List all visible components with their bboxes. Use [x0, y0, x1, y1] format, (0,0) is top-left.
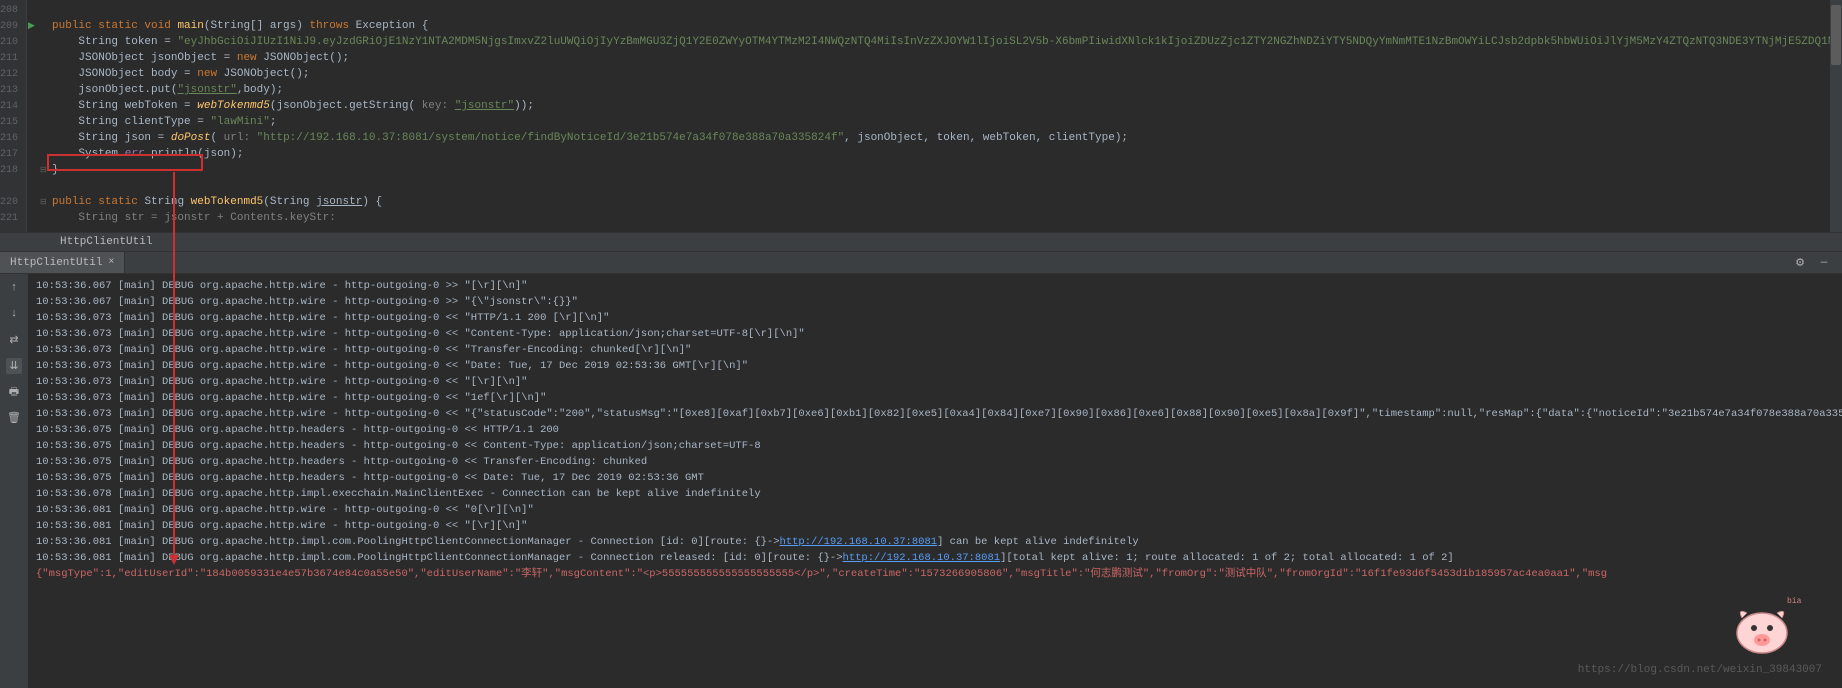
log-line: 10:53:36.075 [main] DEBUG org.apache.htt…: [36, 470, 1834, 486]
line-number: ⊟218: [0, 162, 26, 178]
line-number: 217: [0, 146, 26, 162]
line-number: 214: [0, 98, 26, 114]
code-line: String token = "eyJhbGciOiJIUzI1NiJ9.eyJ…: [52, 34, 1842, 50]
console-tab-bar: HttpClientUtil × ⚙ —: [0, 252, 1842, 274]
gear-icon[interactable]: ⚙: [1792, 255, 1808, 271]
line-gutter: 208 ▶209 210 211 212 213 214 215 216 217…: [0, 0, 27, 232]
code-line: public static void main(String[] args) t…: [52, 18, 1842, 34]
code-editor[interactable]: 208 ▶209 210 211 212 213 214 215 216 217…: [0, 0, 1842, 232]
console-toolbar: ↑ ↓ ⇄ ⇊ 🖶 🗑: [0, 274, 28, 688]
log-line: 10:53:36.073 [main] DEBUG org.apache.htt…: [36, 342, 1834, 358]
log-line: 10:53:36.073 [main] DEBUG org.apache.htt…: [36, 374, 1834, 390]
breadcrumb-item[interactable]: HttpClientUtil: [60, 236, 152, 248]
print-icon[interactable]: 🖶: [6, 384, 22, 400]
tab-httpclientutil[interactable]: HttpClientUtil ×: [0, 252, 125, 273]
code-line: [52, 2, 1842, 18]
line-number: [0, 178, 26, 194]
breadcrumb: HttpClientUtil: [0, 232, 1842, 252]
line-number: ▶209: [0, 18, 26, 34]
line-number: 211: [0, 50, 26, 66]
log-line: 10:53:36.067 [main] DEBUG org.apache.htt…: [36, 278, 1834, 294]
log-line: 10:53:36.081 [main] DEBUG org.apache.htt…: [36, 518, 1834, 534]
code-line: [52, 178, 1842, 194]
log-url[interactable]: http://192.168.10.37:8081: [780, 536, 938, 548]
log-line: 10:53:36.073 [main] DEBUG org.apache.htt…: [36, 310, 1834, 326]
line-number: 216: [0, 130, 26, 146]
log-line: {"msgType":1,"editUserId":"184b0059331e4…: [36, 566, 1834, 582]
line-number: 221: [0, 210, 26, 226]
log-line: 10:53:36.073 [main] DEBUG org.apache.htt…: [36, 390, 1834, 406]
vertical-scrollbar[interactable]: [1830, 0, 1842, 232]
line-number: 215: [0, 114, 26, 130]
console-panel: ↑ ↓ ⇄ ⇊ 🖶 🗑 10:53:36.067 [main] DEBUG or…: [0, 274, 1842, 688]
code-line: JSONObject body = new JSONObject();: [52, 66, 1842, 82]
line-number: 210: [0, 34, 26, 50]
line-number: ⊟220: [0, 194, 26, 210]
log-line: 10:53:36.067 [main] DEBUG org.apache.htt…: [36, 294, 1834, 310]
code-line: public static String webTokenmd5(String …: [52, 194, 1842, 210]
log-line: 10:53:36.081 [main] DEBUG org.apache.htt…: [36, 550, 1834, 566]
code-line: jsonObject.put("jsonstr",body);: [52, 82, 1842, 98]
tab-tools: ⚙ —: [1792, 255, 1842, 271]
log-line: 10:53:36.075 [main] DEBUG org.apache.htt…: [36, 422, 1834, 438]
code-line: String str = jsonstr + Contents.keyStr:: [52, 210, 1842, 226]
log-line: 10:53:36.073 [main] DEBUG org.apache.htt…: [36, 326, 1834, 342]
log-line: 10:53:36.075 [main] DEBUG org.apache.htt…: [36, 438, 1834, 454]
trash-icon[interactable]: 🗑: [6, 410, 22, 426]
down-icon[interactable]: ↓: [6, 306, 22, 322]
log-line: 10:53:36.073 [main] DEBUG org.apache.htt…: [36, 358, 1834, 374]
wrap-icon[interactable]: ⇄: [6, 332, 22, 348]
line-number: 208: [0, 2, 26, 18]
scroll-icon[interactable]: ⇊: [6, 358, 22, 374]
code-line: String json = doPost( url: "http://192.1…: [52, 130, 1842, 146]
log-line: 10:53:36.075 [main] DEBUG org.apache.htt…: [36, 454, 1834, 470]
code-line: String webToken = webTokenmd5(jsonObject…: [52, 98, 1842, 114]
log-line: 10:53:36.078 [main] DEBUG org.apache.htt…: [36, 486, 1834, 502]
log-line: 10:53:36.081 [main] DEBUG org.apache.htt…: [36, 502, 1834, 518]
code-content[interactable]: public static void main(String[] args) t…: [27, 0, 1842, 232]
scrollbar-thumb[interactable]: [1831, 5, 1841, 65]
code-line: JSONObject jsonObject = new JSONObject()…: [52, 50, 1842, 66]
up-icon[interactable]: ↑: [6, 280, 22, 296]
watermark: https://blog.csdn.net/weixin_39843007: [1578, 664, 1822, 676]
tab-label: HttpClientUtil: [10, 257, 102, 269]
close-icon[interactable]: ×: [108, 257, 114, 268]
log-url[interactable]: http://192.168.10.37:8081: [843, 552, 1001, 564]
line-number: 213: [0, 82, 26, 98]
log-line: 10:53:36.073 [main] DEBUG org.apache.htt…: [36, 406, 1834, 422]
log-line: 10:53:36.081 [main] DEBUG org.apache.htt…: [36, 534, 1834, 550]
line-number: 212: [0, 66, 26, 82]
code-line: }: [52, 162, 1842, 178]
minimize-icon[interactable]: —: [1816, 255, 1832, 271]
code-line: System.err.println(json);: [52, 146, 1842, 162]
code-line: String clientType = "lawMini";: [52, 114, 1842, 130]
console-output[interactable]: 10:53:36.067 [main] DEBUG org.apache.htt…: [28, 274, 1842, 688]
